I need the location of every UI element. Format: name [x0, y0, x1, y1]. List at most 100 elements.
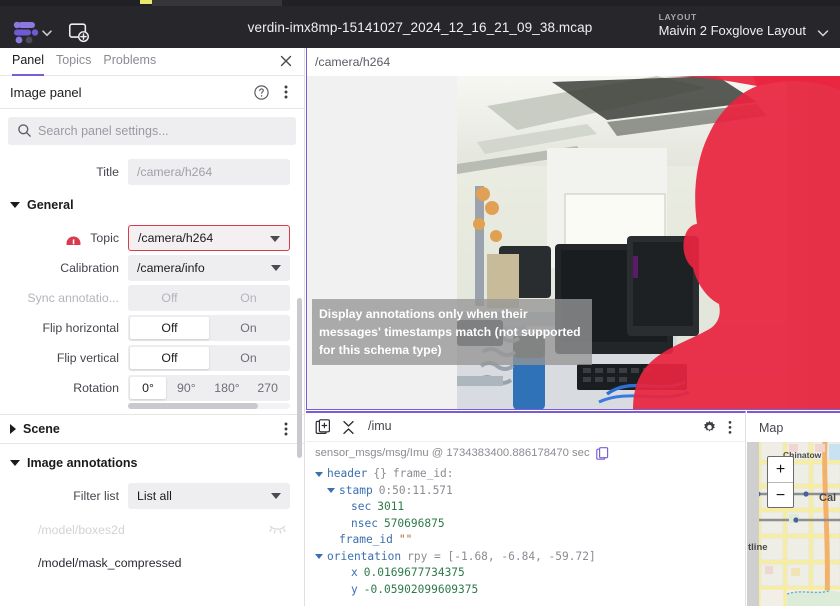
search-panel-settings: Search panel settings...: [0, 109, 304, 149]
rotation-180[interactable]: 180°: [207, 377, 248, 399]
more-vertical-icon[interactable]: [723, 419, 737, 436]
message-field-key: stamp: [339, 483, 373, 500]
filter-list-row: Filter list List all: [0, 483, 304, 509]
message-tree-row[interactable]: x0.0169677734375: [315, 565, 745, 582]
section-general-label: General: [27, 198, 74, 212]
annotation-item-boxes2d[interactable]: /model/boxes2d: [0, 513, 304, 546]
add-panel-button[interactable]: [62, 17, 94, 47]
chevron-down-icon[interactable]: [315, 472, 323, 477]
message-field-key: frame_id: [339, 532, 393, 549]
raw-messages-panel: /imu sensor_msgs/msg/Imu @ 1734383400.88…: [306, 411, 746, 606]
calibration-select[interactable]: /camera/info: [128, 255, 290, 281]
message-tree-row[interactable]: orientationrpy = [-1.68, -6.84, -59.72]: [315, 549, 745, 566]
message-field-value: -0.05902099609375: [364, 582, 479, 599]
rotation-270[interactable]: 270: [247, 377, 288, 399]
layout-chevron-down-icon[interactable]: [816, 26, 830, 40]
sync-annotations-toggle[interactable]: Off On: [128, 285, 290, 311]
copy-icon[interactable]: [596, 447, 609, 460]
map-zoom-in-button[interactable]: +: [768, 457, 793, 482]
message-tree: header {} frame_id:stamp0:50:11.571sec3011…: [306, 464, 745, 598]
map-zoom-out-button[interactable]: −: [768, 483, 793, 508]
search-icon: [17, 123, 32, 138]
flip-horizontal-toggle[interactable]: Off On: [128, 315, 290, 341]
sync-annotations-tooltip: Display annotations only when their mess…: [312, 299, 592, 365]
message-field-key: x: [351, 565, 358, 582]
map-label-cal: Cal: [819, 492, 836, 504]
data-source-title: verdin-imx8mp-15141027_2024_12_16_21_09_…: [180, 6, 660, 48]
flip-vertical-toggle[interactable]: Off On: [128, 345, 290, 371]
rotation-0[interactable]: 0°: [130, 377, 166, 399]
message-tree-row[interactable]: frame_id"": [315, 532, 745, 549]
page-title: Image panel: [10, 85, 82, 100]
message-tree-row[interactable]: sec3011: [315, 499, 745, 516]
section-image-annotations-label: Image annotations: [27, 456, 137, 470]
divider: [0, 443, 304, 444]
message-field-key: sec: [351, 499, 371, 516]
left-sidebar: Panel Topics Problems Image panel: [0, 48, 305, 606]
sync-annotations-off[interactable]: Off: [130, 287, 209, 309]
flip-horizontal-label: Flip horizontal: [0, 321, 128, 335]
message-field-key: orientation: [327, 549, 401, 566]
rotation-90[interactable]: 90°: [166, 377, 207, 399]
message-tree-row[interactable]: nsec570696875: [315, 516, 745, 533]
settings-vertical-scrollbar[interactable]: [297, 298, 302, 458]
tab-problems[interactable]: Problems: [103, 48, 156, 76]
flip-horizontal-on[interactable]: On: [209, 317, 288, 339]
tab-topics[interactable]: Topics: [56, 48, 91, 76]
chevron-down-icon: [10, 460, 20, 466]
filter-list-select[interactable]: List all: [128, 483, 290, 509]
title-field[interactable]: /camera/h264: [128, 159, 290, 185]
chevron-down-icon: [271, 493, 281, 499]
panel-settings-header: Image panel: [0, 76, 304, 109]
image-topic-label: /camera/h264: [315, 55, 390, 69]
topic-select[interactable]: /camera/h264: [128, 225, 290, 251]
calibration-row: Calibration /camera/info: [0, 255, 304, 281]
browser-tab-favicon: [140, 0, 152, 4]
section-scene[interactable]: Scene: [0, 415, 304, 443]
eye-off-icon[interactable]: [269, 522, 286, 536]
raw-messages-topic[interactable]: /imu: [368, 419, 392, 433]
message-tree-row[interactable]: y-0.05902099609375: [315, 582, 745, 599]
image-canvas[interactable]: Display annotations only when their mess…: [307, 76, 840, 410]
search-input[interactable]: Search panel settings...: [8, 117, 296, 145]
layout-name: Maivin 2 Foxglove Layout: [659, 23, 806, 39]
filter-list-value: List all: [137, 489, 172, 503]
message-field-value: frame_id:: [393, 466, 454, 483]
logo-chevron-down-icon[interactable]: [40, 26, 54, 40]
more-vertical-icon[interactable]: [278, 420, 294, 438]
chevron-down-icon[interactable]: [315, 554, 323, 559]
flip-horizontal-off[interactable]: Off: [130, 317, 209, 339]
more-vertical-icon[interactable]: [278, 83, 294, 101]
section-image-annotations[interactable]: Image annotations: [0, 449, 304, 477]
chevron-down-icon: [270, 236, 280, 242]
tab-panel[interactable]: Panel: [12, 48, 44, 76]
help-circle-icon[interactable]: [253, 84, 270, 101]
message-tree-row[interactable]: header {} frame_id:: [315, 466, 745, 483]
collapse-all-icon[interactable]: [341, 420, 356, 435]
rotation-toggle[interactable]: 0° 90° 180° 270: [128, 375, 290, 401]
section-scene-label: Scene: [23, 422, 60, 436]
layout-selector[interactable]: LAYOUT Maivin 2 Foxglove Layout: [659, 12, 806, 39]
flip-vertical-off[interactable]: Off: [130, 347, 209, 369]
section-general[interactable]: General: [0, 191, 304, 219]
error-circle-icon: [66, 236, 81, 245]
title-label: Title: [0, 165, 128, 179]
close-icon[interactable]: [278, 53, 294, 69]
annotation-item-mask-compressed[interactable]: /model/mask_compressed: [0, 546, 304, 579]
message-field-key: header: [327, 466, 367, 483]
sync-annotations-on[interactable]: On: [209, 287, 288, 309]
chevron-down-icon[interactable]: [327, 488, 335, 493]
settings-horizontal-scrollbar[interactable]: [128, 403, 290, 409]
topic-label-wrap: Topic: [0, 231, 128, 245]
message-tree-row[interactable]: stamp0:50:11.571: [315, 483, 745, 500]
chevron-down-icon: [271, 265, 281, 271]
rotation-row: Rotation 0° 90° 180° 270: [0, 375, 304, 401]
flip-vertical-on[interactable]: On: [209, 347, 288, 369]
copy-message-icon[interactable]: [315, 419, 332, 436]
message-field-braces: {}: [373, 466, 386, 483]
gear-icon[interactable]: [702, 420, 717, 435]
map-canvas[interactable]: Chinatow Cal tline + −: [747, 442, 840, 606]
flip-vertical-label: Flip vertical: [0, 351, 128, 365]
scrollbar-thumb[interactable]: [128, 403, 258, 409]
flip-horizontal-row: Flip horizontal Off On: [0, 315, 304, 341]
